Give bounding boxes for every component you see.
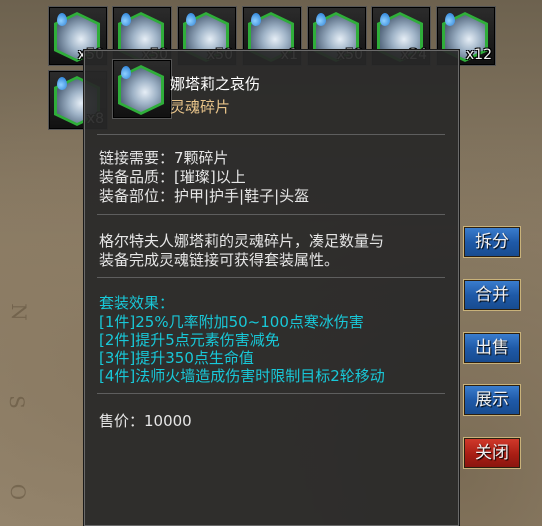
item-description: 格尔特夫人娜塔莉的灵魂碎片，凑足数量与 xyxy=(99,232,385,250)
water-drop-icon xyxy=(316,13,326,26)
water-drop-icon xyxy=(445,13,455,26)
water-drop-icon xyxy=(186,13,196,26)
item-type: 灵魂碎片 xyxy=(170,98,231,116)
water-drop-icon xyxy=(57,77,67,90)
water-drop-icon xyxy=(57,13,67,26)
item-quantity: x12 xyxy=(465,47,492,63)
divider xyxy=(97,134,445,135)
item-description: 装备完成灵魂链接可获得套装属性。 xyxy=(99,251,340,269)
link-requirement: 链接需要：7颗碎片 xyxy=(99,149,229,167)
background-map-text: O xyxy=(6,483,31,501)
water-drop-icon xyxy=(251,13,261,26)
divider xyxy=(97,277,445,278)
merge-button[interactable]: 合并 xyxy=(463,279,521,311)
divider xyxy=(97,393,445,394)
water-drop-icon xyxy=(121,66,131,79)
show-button[interactable]: 展示 xyxy=(463,384,521,416)
divider xyxy=(97,214,445,215)
equip-quality: 装备品质：[璀璨]以上 xyxy=(99,168,246,186)
set-effect-title: 套装效果： xyxy=(99,294,175,312)
split-button[interactable]: 拆分 xyxy=(463,226,521,258)
close-button[interactable]: 关闭 xyxy=(463,437,521,469)
sell-price: 售价：10000 xyxy=(99,412,192,430)
set-effect-line: [4件]法师火墙造成伤害时限制目标2轮移动 xyxy=(99,367,385,385)
sell-button[interactable]: 出售 xyxy=(463,332,521,364)
equip-slots: 装备部位：护甲|护手|鞋子|头盔 xyxy=(99,187,310,205)
background-map-text: S xyxy=(4,395,29,409)
item-tooltip: 娜塔莉之哀伤 灵魂碎片 链接需要：7颗碎片 装备品质：[璀璨]以上 装备部位：护… xyxy=(84,50,459,526)
background-map-text: N xyxy=(6,303,31,321)
item-name: 娜塔莉之哀伤 xyxy=(170,75,261,93)
water-drop-icon xyxy=(121,13,131,26)
water-drop-icon xyxy=(380,13,390,26)
tooltip-item-icon xyxy=(112,59,172,119)
